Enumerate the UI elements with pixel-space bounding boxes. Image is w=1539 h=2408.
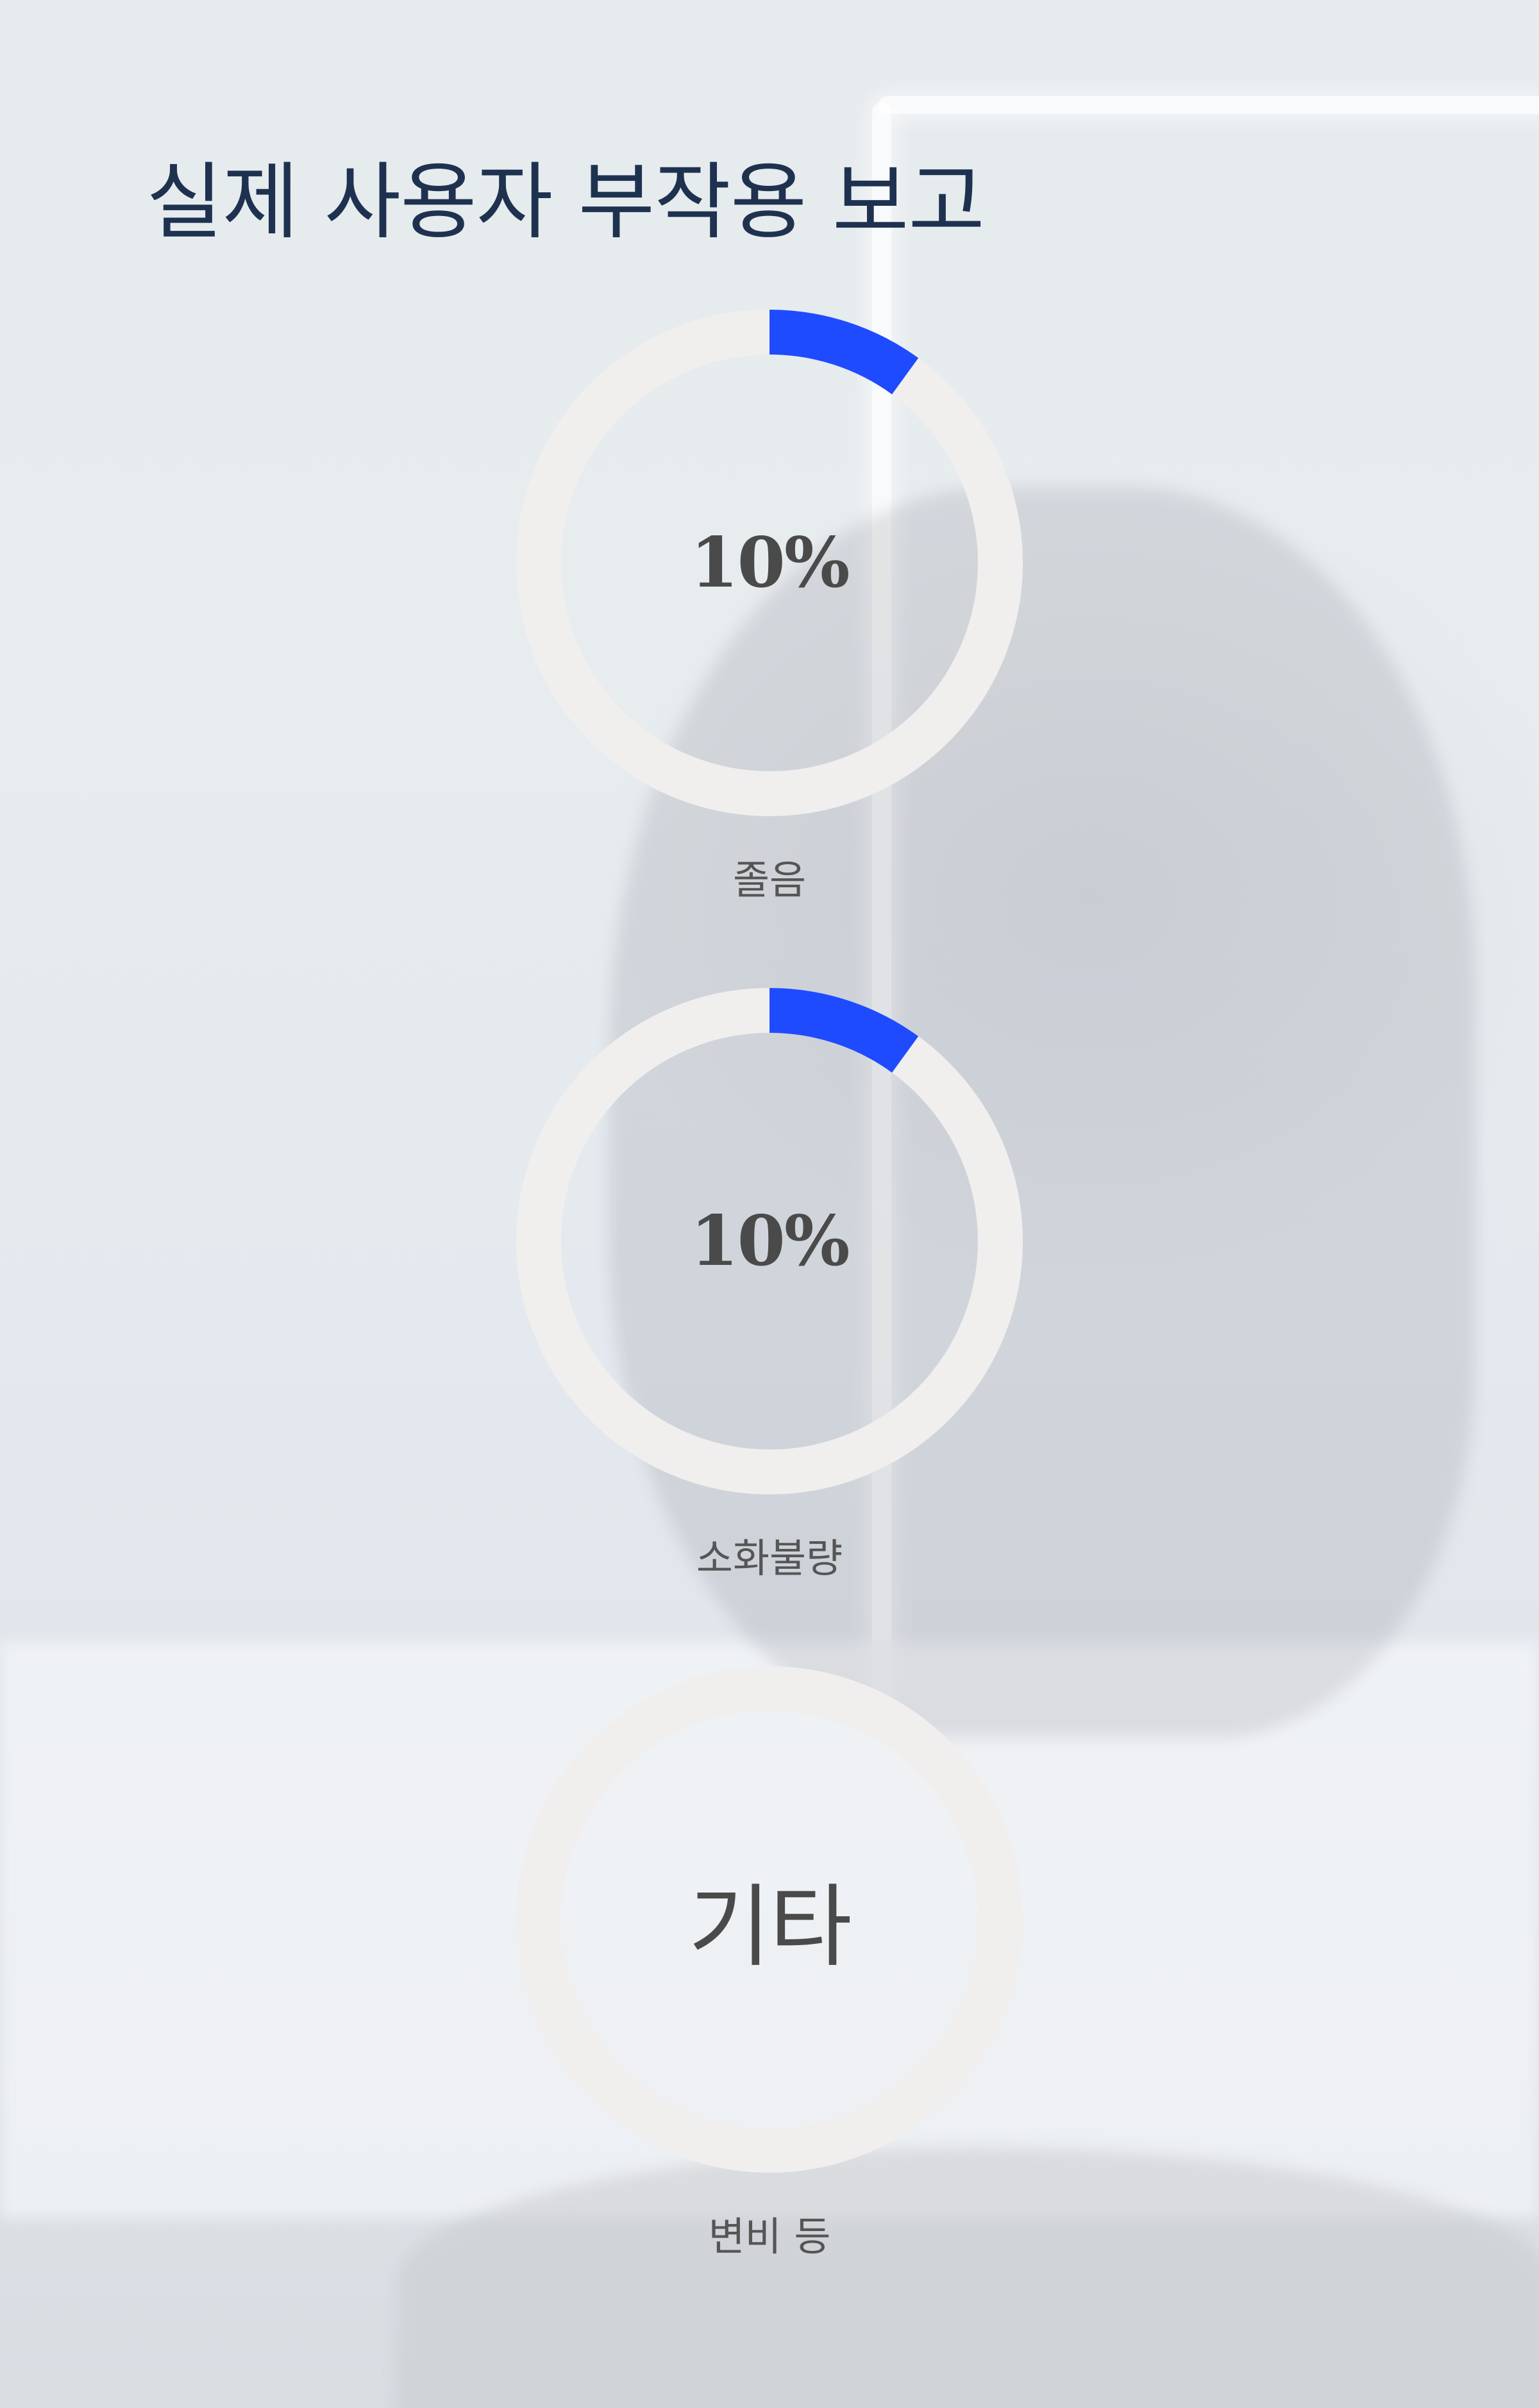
stat-card-drowsiness: 10% 졸음 xyxy=(513,306,1026,903)
stat-label: 소화불량 xyxy=(696,1535,843,1582)
stat-label: 졸음 xyxy=(732,857,807,903)
stat-value: 10% xyxy=(690,1201,850,1282)
window-frame-decoration xyxy=(879,96,1539,114)
stat-value: 기타 xyxy=(688,1875,852,1980)
stat-label: 변비 등 xyxy=(708,2213,831,2260)
stat-value: 10% xyxy=(690,523,850,603)
stat-card-other: 기타 변비 등 xyxy=(513,1663,1026,2260)
page-title: 실제 사용자 부작용 보고 xyxy=(146,153,985,251)
stat-card-indigestion: 10% 소화불량 xyxy=(513,985,1026,1582)
slide-canvas: 실제 사용자 부작용 보고 10% 졸음 10% 소화불량 기타 변비 등 xyxy=(0,0,1539,2408)
